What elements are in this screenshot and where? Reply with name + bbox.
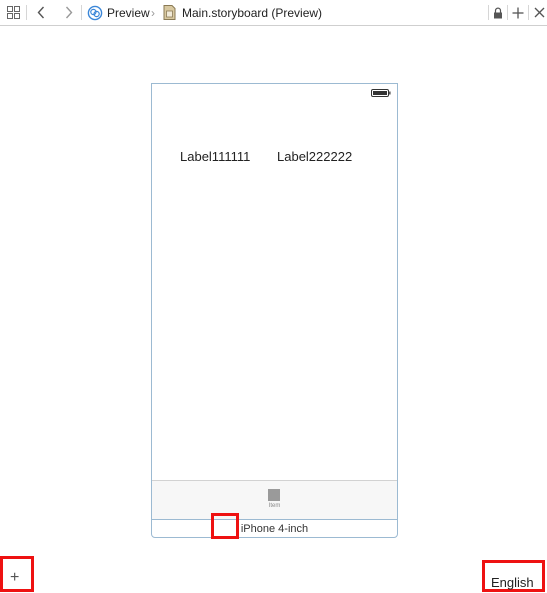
preview-icon bbox=[87, 5, 103, 20]
preview-canvas: Label111111 Label222222 Item iPhone 4-in… bbox=[0, 27, 547, 593]
chevron-left-icon bbox=[37, 6, 45, 19]
divider bbox=[26, 5, 27, 20]
divider bbox=[507, 5, 508, 20]
breadcrumb-preview[interactable]: Preview bbox=[87, 0, 150, 25]
label-two: Label222222 bbox=[277, 149, 353, 164]
chevron-right-icon: › bbox=[151, 5, 155, 20]
divider bbox=[81, 5, 82, 20]
tab-bar: Item bbox=[152, 480, 397, 520]
breadcrumb-separator: › bbox=[151, 0, 155, 25]
storyboard-file-icon bbox=[163, 5, 176, 20]
device-frame: Label111111 Label222222 Item iPhone 4-in… bbox=[151, 83, 398, 538]
device-label[interactable]: iPhone 4-inch bbox=[152, 523, 397, 535]
breadcrumb-file[interactable]: Main.storyboard (Preview) bbox=[163, 0, 322, 25]
close-button[interactable] bbox=[532, 0, 546, 25]
related-items-icon[interactable] bbox=[4, 0, 22, 25]
divider bbox=[488, 5, 489, 20]
highlight-box bbox=[211, 513, 239, 539]
battery-icon bbox=[371, 89, 391, 97]
tab-item-icon bbox=[268, 489, 280, 501]
breadcrumb-file-label: Main.storyboard (Preview) bbox=[182, 5, 323, 20]
jump-bar: Preview › Main.storyboard (Preview) bbox=[0, 0, 547, 26]
divider bbox=[528, 5, 529, 20]
forward-button[interactable] bbox=[60, 0, 78, 25]
add-device-button[interactable]: + bbox=[10, 570, 19, 586]
tab-item-label: Item bbox=[268, 503, 281, 509]
label-one: Label111111 bbox=[180, 149, 251, 164]
chevron-right-icon bbox=[65, 6, 73, 19]
language-selector[interactable]: English bbox=[491, 575, 534, 590]
add-assistant-button[interactable] bbox=[510, 0, 526, 25]
lock-button[interactable] bbox=[491, 0, 505, 25]
close-icon bbox=[534, 7, 544, 18]
lock-icon bbox=[494, 7, 502, 18]
plus-icon bbox=[512, 7, 524, 18]
breadcrumb-preview-label: Preview bbox=[107, 5, 150, 20]
back-button[interactable] bbox=[32, 0, 50, 25]
